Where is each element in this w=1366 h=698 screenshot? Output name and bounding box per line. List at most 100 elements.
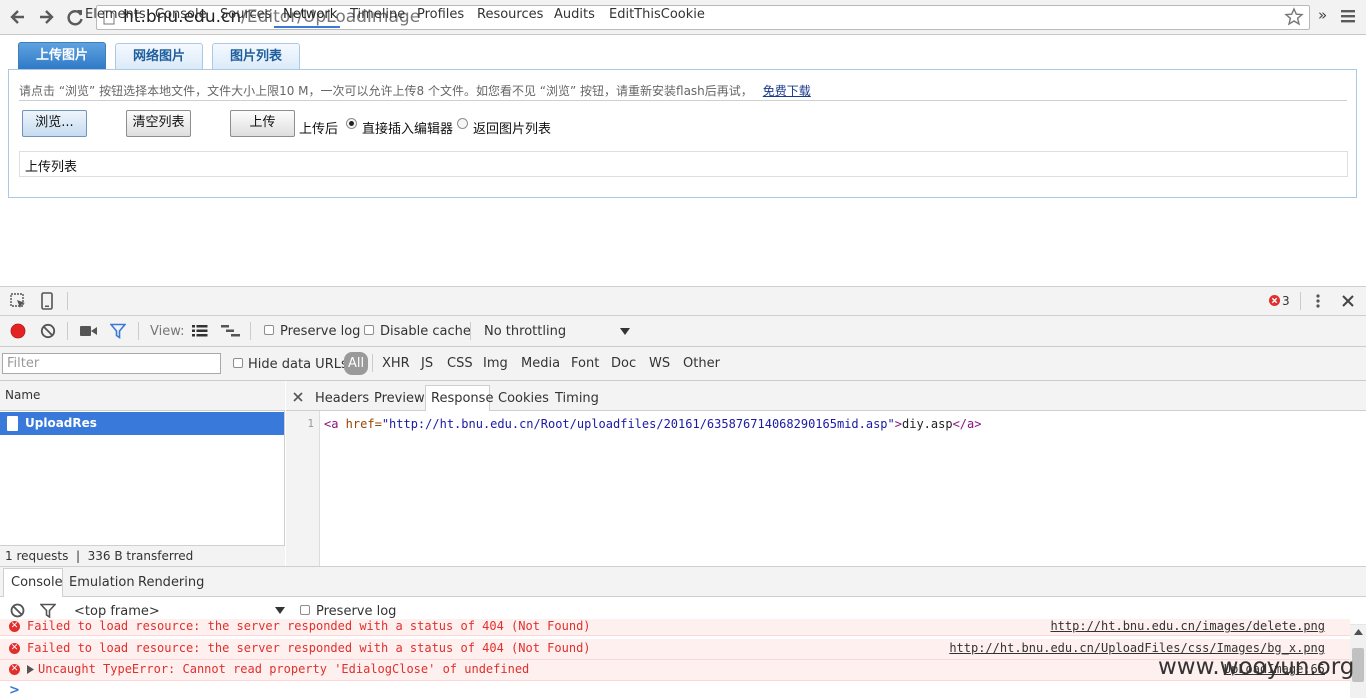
separator [470, 322, 471, 340]
filter-type-font[interactable]: Font [571, 356, 599, 371]
overflow-chevron[interactable]: » [1318, 6, 1327, 24]
close-icon[interactable] [293, 392, 303, 402]
clear-icon[interactable] [10, 603, 25, 618]
devtools-tab-elements[interactable]: Elements [85, 7, 146, 22]
error-message: Failed to load resource: the server resp… [27, 619, 591, 633]
inspect-icon[interactable] [10, 293, 27, 310]
filter-type-other[interactable]: Other [683, 356, 720, 371]
request-row[interactable]: UploadRes [0, 412, 284, 435]
devtools-tab-network[interactable]: Network [283, 7, 337, 22]
disable-cache-checkbox[interactable] [364, 325, 374, 335]
devtools-tab-sources[interactable]: Sources [220, 7, 271, 22]
tab-preview[interactable]: Preview [374, 391, 425, 406]
name-column-header[interactable]: Name [0, 381, 285, 411]
kebab-icon[interactable] [1315, 293, 1321, 309]
tab-response[interactable]: Response [431, 391, 493, 406]
drawer-tab-console[interactable]: Console [11, 575, 63, 590]
filter-type-ws[interactable]: WS [649, 356, 670, 371]
tab-image-list[interactable]: 图片列表 [212, 43, 300, 70]
tab-upload-image[interactable]: 上传图片 [18, 42, 106, 70]
error-icon[interactable] [1269, 295, 1280, 306]
scroll-up-icon[interactable] [1354, 629, 1363, 635]
watermark: www.wooyun.org [1158, 654, 1355, 680]
dropdown-icon[interactable] [620, 328, 630, 336]
console-error-row[interactable]: ✕ Failed to load resource: the server re… [0, 639, 1350, 660]
console-prompt[interactable]: > [9, 683, 20, 698]
filter-type-css[interactable]: CSS [447, 356, 473, 371]
filter-type-all[interactable]: All [344, 352, 368, 375]
filter-type-doc[interactable]: Doc [611, 356, 636, 371]
hide-data-urls-checkbox[interactable] [233, 358, 243, 368]
star-icon[interactable] [1284, 7, 1304, 27]
error-count[interactable]: 3 [1282, 294, 1290, 308]
document-icon [7, 416, 18, 431]
error-icon: ✕ [9, 664, 20, 675]
filter-type-xhr[interactable]: XHR [382, 356, 410, 371]
console-error-row[interactable]: ✕ Uncaught TypeError: Cannot read proper… [0, 660, 1350, 681]
preserve-log-label: Preserve log [280, 324, 361, 339]
devtools-tab-editthiscookie[interactable]: EditThisCookie [609, 7, 705, 22]
devtools-tab-resources[interactable]: Resources [477, 7, 543, 22]
filter-input[interactable]: Filter [2, 353, 221, 374]
radio-insert-editor-label: 直接插入编辑器 [362, 122, 454, 137]
reload-icon[interactable] [64, 6, 86, 28]
console-preserve-log-label: Preserve log [316, 604, 397, 619]
tab-cookies[interactable]: Cookies [498, 391, 549, 406]
filter-type-img[interactable]: Img [483, 356, 508, 371]
radio-return-list-label: 返回图片列表 [473, 122, 552, 137]
preserve-log-checkbox[interactable] [264, 325, 274, 335]
expand-arrow-icon[interactable] [27, 665, 34, 674]
devtools-tab-profiles[interactable]: Profiles [417, 7, 464, 22]
drawer-tab-rendering[interactable]: Rendering [138, 575, 204, 590]
camera-icon[interactable] [80, 325, 98, 337]
drawer-tabbar [0, 566, 1366, 597]
radio-insert-editor[interactable] [346, 118, 357, 129]
device-icon[interactable] [41, 292, 53, 310]
clear-icon[interactable] [40, 323, 56, 339]
filter-icon[interactable] [40, 603, 56, 618]
frame-select[interactable]: <top frame> [74, 604, 160, 619]
waterfall-icon[interactable] [221, 325, 241, 337]
upload-button[interactable]: 上传 [230, 110, 295, 137]
upload-list: 上传列表 [19, 151, 1348, 177]
filter-type-js[interactable]: JS [421, 356, 433, 371]
separator [67, 292, 68, 310]
after-upload-label: 上传后 [299, 122, 339, 137]
separator [372, 354, 373, 372]
separator [138, 322, 139, 340]
active-tab-indicator [274, 26, 340, 28]
filter-type-media[interactable]: Media [521, 356, 560, 371]
upload-list-label: 上传列表 [25, 160, 78, 175]
clear-list-button[interactable]: 清空列表 [126, 110, 191, 137]
upload-hint: 请点击 “浏览” 按钮选择本地文件，文件大小上限10 M，一次可以允许上传8 个… [19, 84, 811, 98]
tab-headers[interactable]: Headers [315, 391, 369, 406]
radio-return-list[interactable] [457, 118, 468, 129]
console-preserve-log-checkbox[interactable] [300, 605, 310, 615]
back-arrow-icon[interactable] [7, 6, 29, 28]
error-source-link[interactable]: http://ht.bnu.edu.cn/images/delete.png [1050, 619, 1325, 633]
forward-arrow-icon[interactable] [35, 6, 57, 28]
menu-icon[interactable] [1340, 8, 1356, 24]
request-name: UploadRes [25, 416, 97, 430]
summary-text: 1 requests | 336 B transferred [5, 549, 194, 563]
console-error-row[interactable]: ✕ Failed to load resource: the server re… [0, 619, 1350, 636]
tab-web-image[interactable]: 网络图片 [115, 43, 203, 70]
separator [67, 322, 68, 340]
devtools-tab-audits[interactable]: Audits [554, 7, 595, 22]
list-view-icon[interactable] [192, 325, 208, 337]
throttling-select[interactable]: No throttling [484, 324, 566, 339]
network-summary: 1 requests | 336 B transferred [0, 545, 285, 566]
record-icon[interactable] [10, 323, 26, 339]
drawer-tab-emulation[interactable]: Emulation [69, 575, 135, 590]
filter-icon[interactable] [110, 323, 126, 339]
close-icon[interactable] [1342, 295, 1354, 307]
free-download-link[interactable]: 免费下载 [763, 84, 811, 98]
line-gutter: 1 [286, 411, 320, 566]
devtools-tab-timeline[interactable]: Timeline [350, 7, 405, 22]
dropdown-icon[interactable] [275, 607, 285, 615]
response-body[interactable]: <a href="http://ht.bnu.edu.cn/Root/uploa… [324, 417, 981, 431]
devtools-tab-console[interactable]: Console [155, 7, 207, 22]
tab-timing[interactable]: Timing [555, 391, 599, 406]
browse-button[interactable]: 浏览... [22, 110, 87, 137]
error-source-link[interactable]: http://ht.bnu.edu.cn/UploadFiles/css/Ima… [949, 641, 1325, 655]
